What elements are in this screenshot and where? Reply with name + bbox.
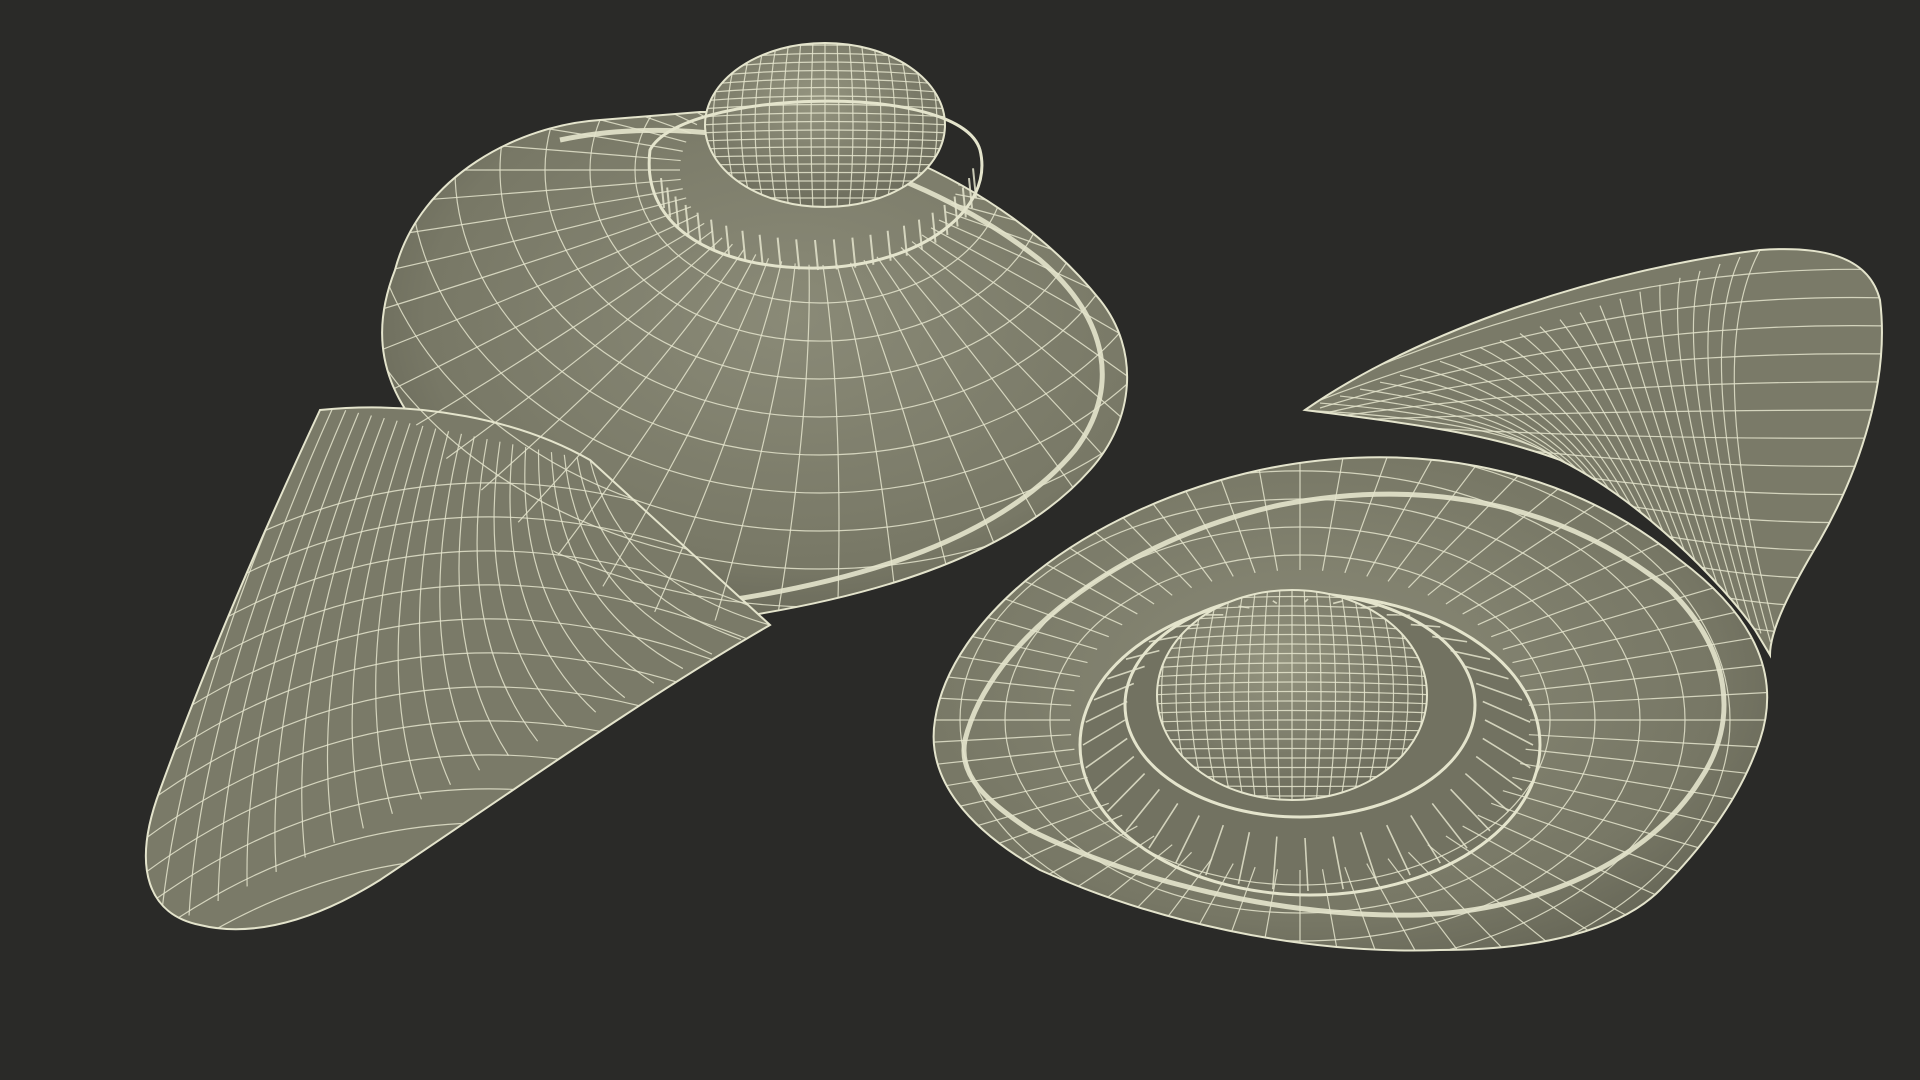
mesh-edge (938, 111, 1128, 121)
wireframe-scene (120, 0, 1883, 1080)
mesh-edge (439, 0, 744, 90)
mesh-edge (705, 171, 945, 174)
render-viewport (0, 0, 1920, 1080)
mesh-edge (955, 111, 1128, 147)
mesh-edge (951, 111, 1128, 138)
mesh-edge (901, 0, 1225, 93)
mesh-edge (499, 0, 756, 86)
mesh-edge (382, 111, 705, 118)
mesh-edge (382, 111, 692, 134)
mesh-edge (145, 924, 770, 930)
mesh-edge (945, 111, 1128, 129)
mesh-edge (330, 0, 722, 102)
mesh-edge (912, 0, 1280, 98)
mesh-edge (382, 111, 698, 126)
mesh-edge (1157, 747, 1427, 750)
mesh-edge (930, 111, 1128, 113)
mesh-edge (922, 0, 1330, 105)
mesh-edge (382, 0, 732, 96)
mesh-edge (889, 0, 1166, 87)
mesh-edge (120, 959, 800, 1080)
mesh-edge (120, 993, 800, 1080)
mesh-edge (283, 0, 713, 109)
